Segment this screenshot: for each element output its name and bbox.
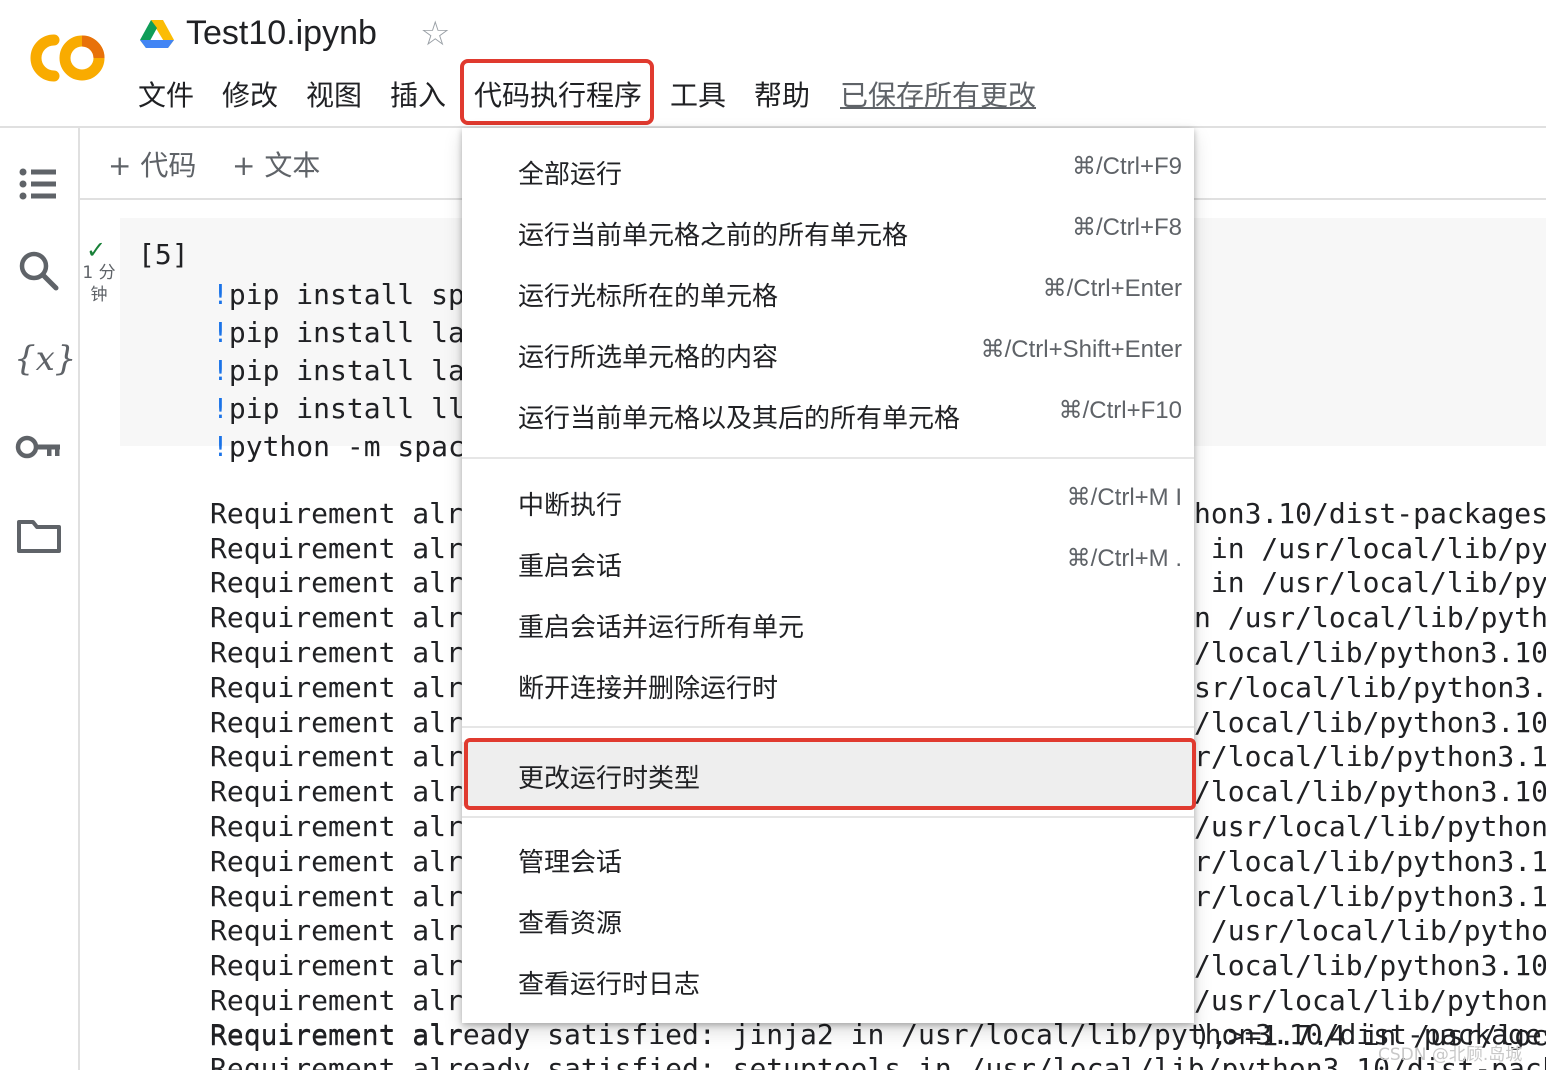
output-line: r/local/lib/python3.10 xyxy=(1194,740,1546,774)
output-line: Requirement alr xyxy=(210,566,463,600)
output-line: n /usr/local/lib/pytho xyxy=(1194,601,1546,635)
output-line: Requirement alr xyxy=(210,809,463,843)
output-line: Requirement already satisfied: jinja2 in… xyxy=(210,1018,1546,1051)
menu-run-after[interactable]: 运行当前单元格以及其后的所有单元格 ⌘/Ctrl+F10 xyxy=(462,384,1194,444)
menu-file[interactable]: 文件 xyxy=(138,74,194,114)
output-left-column: Requirement alr Requirement alr Requiremen… xyxy=(210,462,463,1088)
search-icon[interactable] xyxy=(14,246,64,296)
menu-divider xyxy=(462,457,1194,459)
output-line: in /usr/local/lib/pyt xyxy=(1194,531,1546,565)
output-line: Requirement alr xyxy=(210,844,463,878)
output-line: in /usr/local/lib/pyt xyxy=(1194,566,1546,600)
output-line: /local/lib/python3.10/ xyxy=(1194,949,1546,983)
folder-icon[interactable] xyxy=(14,510,64,560)
variables-icon[interactable]: {x} xyxy=(14,334,76,384)
saved-status-link[interactable]: 已保存所有更改 xyxy=(840,74,1036,114)
output-line: /local/lib/python3.10/ xyxy=(1194,705,1546,739)
menu-divider xyxy=(462,726,1194,728)
output-line: Requirement alr xyxy=(210,705,463,739)
code-line: !pip install sp xyxy=(212,278,465,311)
left-rail: {x} xyxy=(0,128,80,1070)
notebook-title[interactable]: Test10.ipynb xyxy=(186,14,377,53)
menu-insert[interactable]: 插入 xyxy=(390,74,446,114)
output-line: /usr/local/lib/python xyxy=(1194,914,1546,948)
menu-view-runtime-logs[interactable]: 查看运行时日志 xyxy=(462,950,1194,1010)
menu-run-focused-cell[interactable]: 运行光标所在的单元格 ⌘/Ctrl+Enter xyxy=(462,262,1194,322)
menu-restart-and-run-all[interactable]: 重启会话并运行所有单元 xyxy=(462,593,1194,653)
colab-logo[interactable] xyxy=(24,30,108,86)
code-line: !pip install ll xyxy=(212,392,465,425)
drive-icon[interactable] xyxy=(140,18,174,50)
watermark: CSDN @北顾.岛城 xyxy=(1378,1045,1523,1065)
output-line: /usr/local/lib/python3 xyxy=(1194,809,1546,843)
menu-divider xyxy=(462,816,1194,818)
output-line: Requirement alr xyxy=(210,740,463,774)
output-line: Requirement alr xyxy=(210,670,463,704)
change-runtime-highlight xyxy=(464,738,1196,810)
toc-icon[interactable] xyxy=(14,158,64,208)
menu-view[interactable]: 视图 xyxy=(306,74,362,114)
menu-run-all[interactable]: 全部运行 ⌘/Ctrl+F9 xyxy=(462,140,1194,200)
output-line: Requirement alr xyxy=(210,635,463,669)
output-line: /local/lib/python3.10/ xyxy=(1194,775,1546,809)
output-line: hon3.10/dist-packages xyxy=(1194,496,1546,530)
output-line: Requirement alr xyxy=(210,914,463,948)
menu-view-resources[interactable]: 查看资源 xyxy=(462,889,1194,949)
code-line: !pip install la xyxy=(212,354,465,387)
code-line: !pip install la xyxy=(212,316,465,349)
menu-tools[interactable]: 工具 xyxy=(670,74,726,114)
add-text-button[interactable]: + 文本 xyxy=(232,144,320,184)
menu-edit[interactable]: 修改 xyxy=(222,74,278,114)
key-icon[interactable] xyxy=(14,422,64,472)
menu-interrupt[interactable]: 中断执行 ⌘/Ctrl+M I xyxy=(462,471,1194,531)
output-line: r/local/lib/python3.10 xyxy=(1194,844,1546,878)
cell-prompt[interactable]: [5] xyxy=(138,238,189,271)
output-line: Requirement alr xyxy=(210,601,463,635)
output-line: Requirement already satisfied: setuptool… xyxy=(210,1052,1546,1070)
output-line: Requirement alr xyxy=(210,531,463,565)
output-line: Requirement alr xyxy=(210,949,463,983)
check-icon: ✓ xyxy=(86,236,107,264)
output-line: Requirement alr xyxy=(210,775,463,809)
menu-restart-session[interactable]: 重启会话 ⌘/Ctrl+M . xyxy=(462,532,1194,592)
output-line: r/local/lib/python3.10 xyxy=(1194,879,1546,913)
runtime-menu-highlight xyxy=(460,59,654,125)
add-code-button[interactable]: + 代码 xyxy=(108,144,196,184)
output-line: Requirement alr xyxy=(210,496,463,530)
menu-disconnect-delete-runtime[interactable]: 断开连接并删除运行时 xyxy=(462,654,1194,714)
output-line: sr/local/lib/python3.1 xyxy=(1194,670,1546,704)
code-line: !python -m spac xyxy=(212,430,465,463)
menu-run-selection[interactable]: 运行所选单元格的内容 ⌘/Ctrl+Shift+Enter xyxy=(462,323,1194,383)
output-line: /usr/local/lib/python3 xyxy=(1194,983,1546,1017)
menu-run-before[interactable]: 运行当前单元格之前的所有单元格 ⌘/Ctrl+F8 xyxy=(462,201,1194,261)
runtime-dropdown-menu: 全部运行 ⌘/Ctrl+F9 运行当前单元格之前的所有单元格 ⌘/Ctrl+F8… xyxy=(462,128,1194,1023)
menu-help[interactable]: 帮助 xyxy=(754,74,810,114)
output-line: Requirement alr xyxy=(210,983,463,1017)
execution-time: 1 分钟 xyxy=(82,263,116,305)
output-right-column: hon3.10/dist-packages in /usr/local/lib/… xyxy=(1194,462,1546,1088)
output-line: /local/lib/python3.10/ xyxy=(1194,635,1546,669)
menu-manage-sessions[interactable]: 管理会话 xyxy=(462,828,1194,888)
star-icon[interactable]: ☆ xyxy=(420,14,450,54)
output-line: Requirement alr xyxy=(210,879,463,913)
